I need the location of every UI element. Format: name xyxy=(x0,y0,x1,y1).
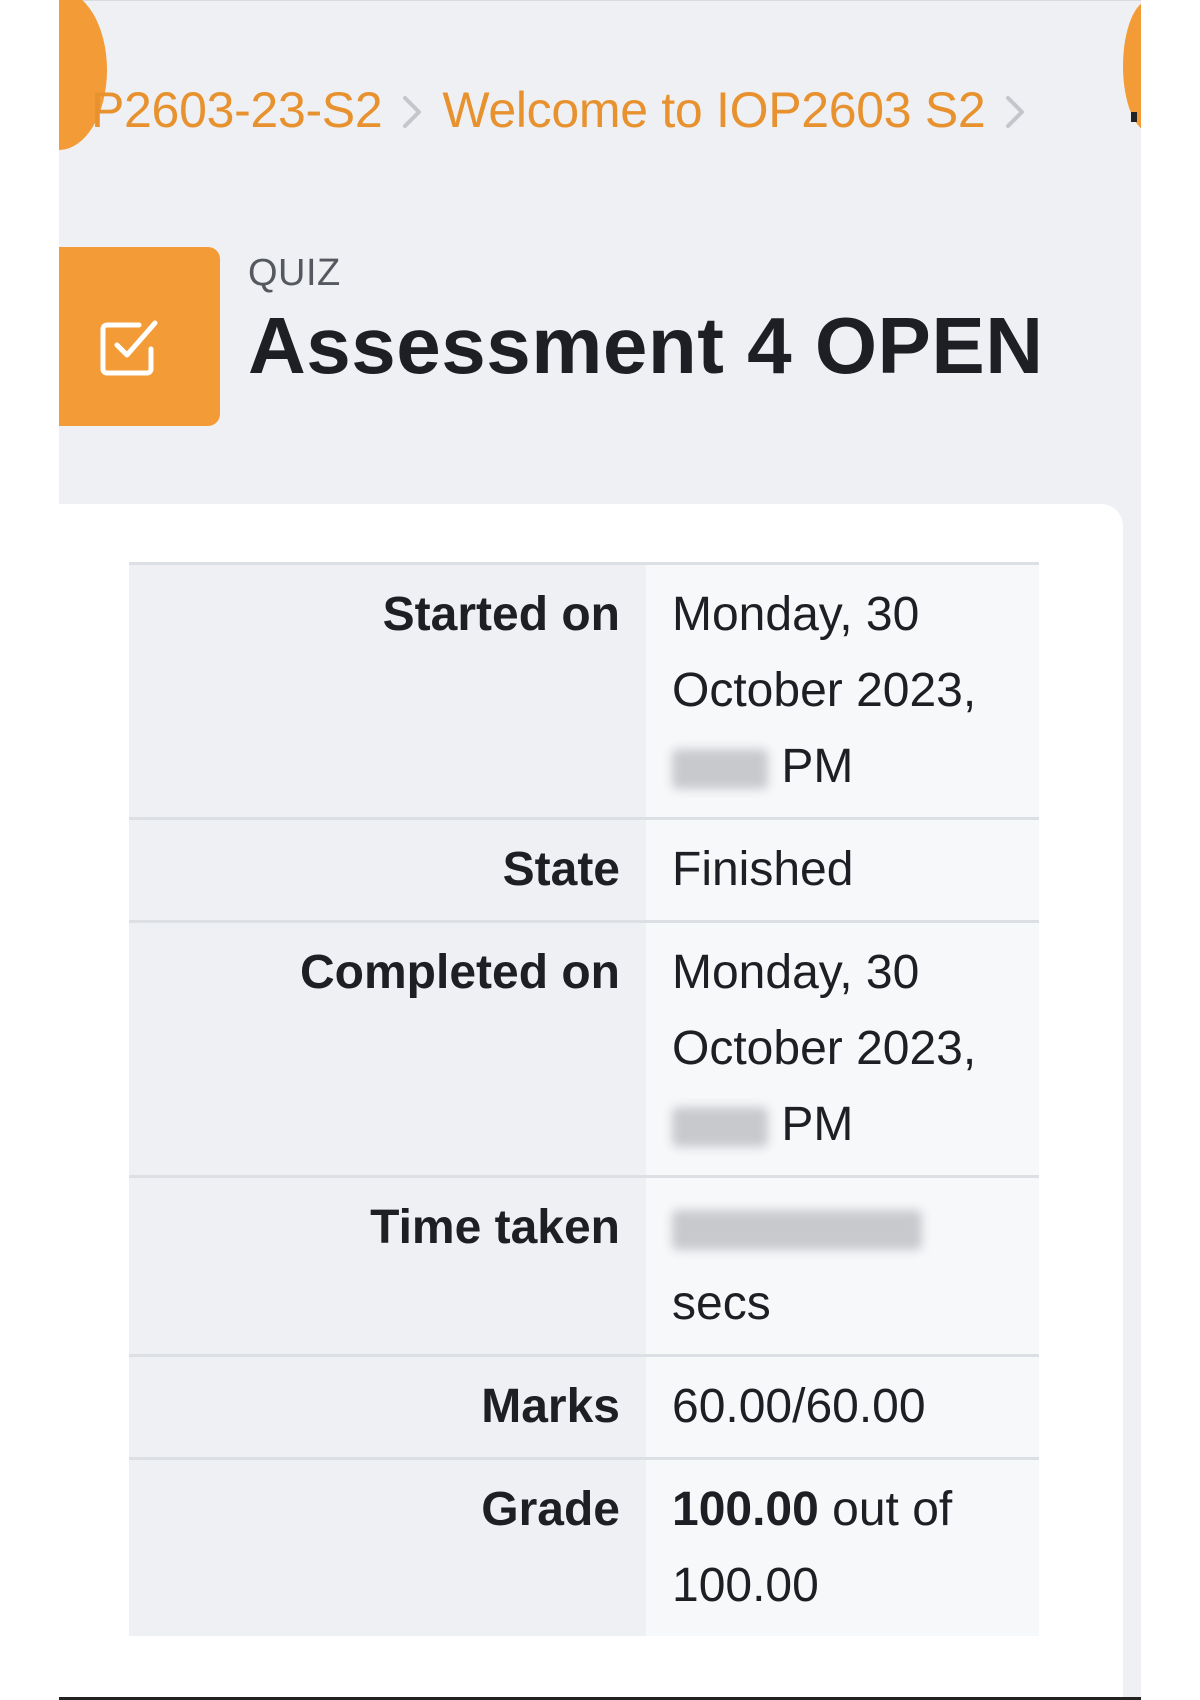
quiz-checkbox-icon xyxy=(100,320,158,376)
grade-value: 100.00 out of 100.00 xyxy=(646,1457,1039,1636)
redacted-time xyxy=(672,749,768,790)
table-row-marks: Marks 60.00/60.00 xyxy=(129,1354,1039,1459)
breadcrumb-item-welcome[interactable]: Welcome to IOP2603 S2 xyxy=(442,81,985,139)
quiz-activity-icon-box xyxy=(59,247,220,426)
started-on-label: Started on xyxy=(129,562,646,819)
marks-label: Marks xyxy=(129,1354,646,1459)
grade-score: 100.00 xyxy=(672,1483,819,1536)
time-taken-label: Time taken xyxy=(129,1175,646,1356)
edge-marker xyxy=(1131,112,1137,122)
table-row-state: State Finished xyxy=(129,817,1039,922)
table-row-time-taken: Time taken secs xyxy=(129,1175,1039,1356)
redacted-duration xyxy=(672,1210,922,1251)
table-row-started-on: Started on Monday, 30 October 2023, PM xyxy=(129,562,1039,819)
table-row-completed-on: Completed on Monday, 30 October 2023, PM xyxy=(129,920,1039,1177)
started-on-date: Monday, 30 October 2023, xyxy=(672,588,977,717)
attempt-summary-card: Started on Monday, 30 October 2023, PM S… xyxy=(59,504,1123,1700)
attempt-summary-table: Started on Monday, 30 October 2023, PM S… xyxy=(129,562,1039,1636)
page-title: Assessment 4 OPEN xyxy=(248,301,1044,390)
time-taken-suffix: secs xyxy=(672,1277,771,1330)
started-on-value: Monday, 30 October 2023, PM xyxy=(646,562,1039,819)
quiz-review-screen: P2603-23-S2 Welcome to IOP2603 S2 QUIZ A… xyxy=(59,0,1141,1700)
marks-value: 60.00/60.00 xyxy=(646,1354,1039,1459)
redacted-time xyxy=(672,1107,768,1148)
completed-on-value: Monday, 30 October 2023, PM xyxy=(646,920,1039,1177)
completed-on-date: Monday, 30 October 2023, xyxy=(672,946,977,1075)
time-taken-value: secs xyxy=(646,1175,1039,1356)
table-row-grade: Grade 100.00 out of 100.00 xyxy=(129,1457,1039,1636)
activity-type-label: QUIZ xyxy=(248,252,341,294)
started-on-suffix: PM xyxy=(781,740,854,793)
breadcrumb-item-course[interactable]: P2603-23-S2 xyxy=(91,81,383,139)
grade-label: Grade xyxy=(129,1457,646,1636)
state-value: Finished xyxy=(646,817,1039,922)
completed-on-label: Completed on xyxy=(129,920,646,1177)
chevron-right-icon xyxy=(382,88,442,133)
breadcrumb: P2603-23-S2 Welcome to IOP2603 S2 xyxy=(91,80,1045,140)
state-label: State xyxy=(129,817,646,922)
completed-on-suffix: PM xyxy=(781,1098,854,1151)
chevron-right-icon xyxy=(985,88,1045,133)
